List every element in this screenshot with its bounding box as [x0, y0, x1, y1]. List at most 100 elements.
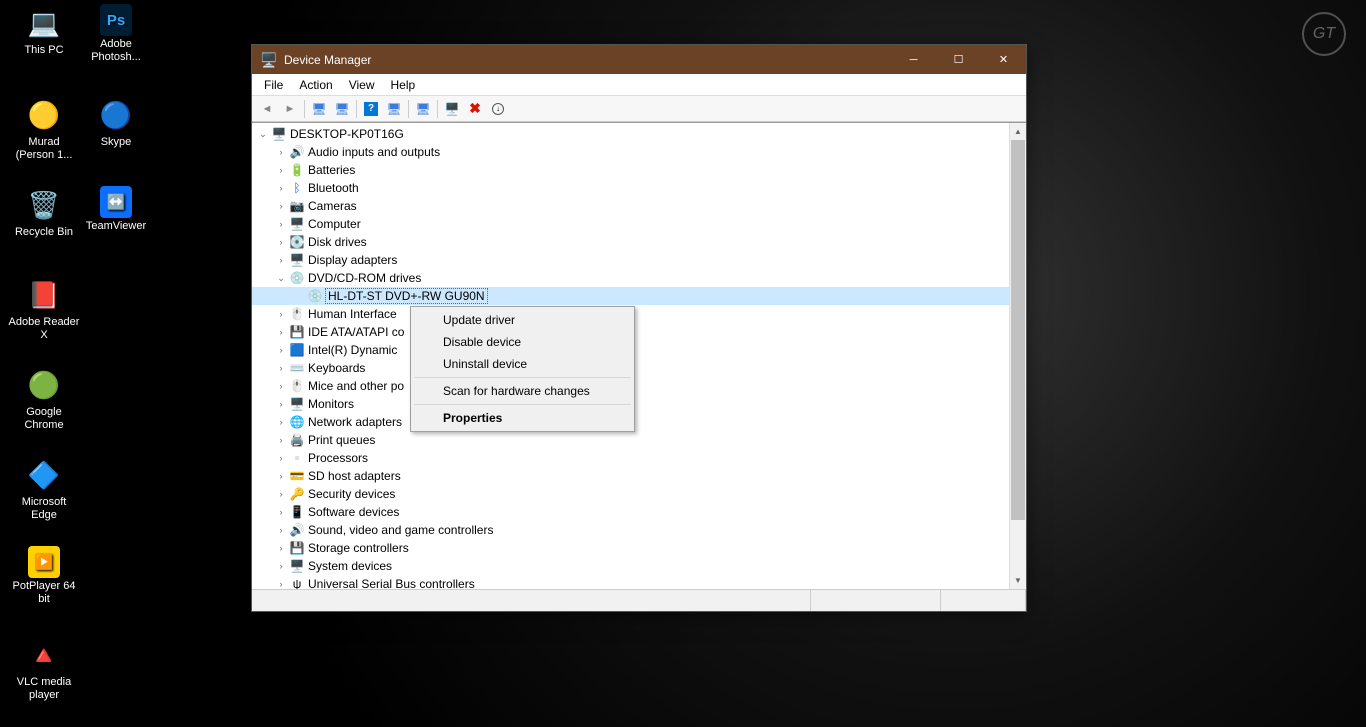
toolbar-monitor3-button[interactable]: 🖥 — [383, 98, 405, 120]
tree-item[interactable]: ›💳SD host adapters — [252, 467, 1009, 485]
expand-icon[interactable]: › — [274, 147, 288, 157]
tree-item[interactable]: ›▫️Processors — [252, 449, 1009, 467]
tree-item[interactable]: 💿HL-DT-ST DVD+-RW GU90N — [252, 287, 1009, 305]
expand-icon[interactable]: › — [274, 219, 288, 229]
desktop-icon[interactable]: 📕Adobe Reader X — [8, 276, 80, 342]
tree-item[interactable]: ›🖨️Print queues — [252, 431, 1009, 449]
menu-item-disable-device[interactable]: Disable device — [413, 331, 632, 353]
watermark-badge: GT — [1302, 12, 1346, 56]
menu-separator — [414, 377, 631, 378]
expand-icon[interactable]: › — [274, 525, 288, 535]
desktop-icon[interactable]: 🔵Skype — [80, 96, 152, 149]
toolbar-scan-button[interactable]: 🖥️ — [441, 98, 463, 120]
expand-icon[interactable]: › — [274, 381, 288, 391]
scroll-thumb[interactable] — [1011, 140, 1025, 520]
maximize-button[interactable]: ☐ — [936, 45, 981, 74]
window-title: Device Manager — [284, 53, 371, 67]
menu-item-update-driver[interactable]: Update driver — [413, 309, 632, 331]
expand-icon[interactable]: › — [274, 255, 288, 265]
toolbar-help-button[interactable]: ? — [360, 98, 382, 120]
menu-item-properties[interactable]: Properties — [413, 407, 632, 429]
device-icon: 🖥️ — [289, 252, 305, 268]
desktop-icon[interactable]: PsAdobe Photosh... — [80, 4, 152, 64]
expand-icon[interactable]: › — [274, 543, 288, 553]
minimize-button[interactable]: ─ — [891, 45, 936, 74]
toolbar-back-button[interactable]: ◄ — [256, 98, 278, 120]
menu-item-uninstall-device[interactable]: Uninstall device — [413, 353, 632, 375]
menu-action[interactable]: Action — [291, 76, 340, 94]
title-bar[interactable]: 🖥️ Device Manager ─ ☐ ✕ — [252, 45, 1026, 74]
tree-item[interactable]: ›🖥️System devices — [252, 557, 1009, 575]
tree-item-label: Mice and other po — [308, 379, 404, 393]
toolbar-separator — [437, 100, 438, 118]
expand-icon[interactable]: › — [274, 471, 288, 481]
toolbar-monitor1-button[interactable]: 🖥 — [308, 98, 330, 120]
tree-item[interactable]: ⌄💿DVD/CD-ROM drives — [252, 269, 1009, 287]
device-icon: 🌐 — [289, 414, 305, 430]
expand-icon[interactable]: › — [274, 417, 288, 427]
tree-item[interactable]: ›🖥️Computer — [252, 215, 1009, 233]
toolbar-forward-button[interactable]: ► — [279, 98, 301, 120]
tree-item-label: Print queues — [308, 433, 375, 447]
tree-item-label: Human Interface — [308, 307, 397, 321]
tree-item-label: Monitors — [308, 397, 354, 411]
menu-help[interactable]: Help — [383, 76, 424, 94]
tree-item[interactable]: ›ψUniversal Serial Bus controllers — [252, 575, 1009, 589]
toolbar-monitor2-button[interactable]: 🖥 — [331, 98, 353, 120]
expand-icon[interactable]: › — [274, 489, 288, 499]
expand-icon[interactable]: › — [274, 345, 288, 355]
tree-item[interactable]: ›ᛒBluetooth — [252, 179, 1009, 197]
tree-item-label: Bluetooth — [308, 181, 359, 195]
tree-item[interactable]: ›🔊Sound, video and game controllers — [252, 521, 1009, 539]
tree-item[interactable]: ›🔋Batteries — [252, 161, 1009, 179]
desktop-icon[interactable]: ↔️TeamViewer — [80, 186, 152, 233]
menu-file[interactable]: File — [256, 76, 291, 94]
desktop-icon[interactable]: 🔺VLC media player — [8, 636, 80, 702]
desktop-icon[interactable]: 🗑️Recycle Bin — [8, 186, 80, 239]
tree-item[interactable]: ›🔑Security devices — [252, 485, 1009, 503]
expand-icon[interactable]: › — [274, 399, 288, 409]
expand-icon[interactable]: › — [274, 327, 288, 337]
device-icon: 💾 — [289, 540, 305, 556]
tree-item[interactable]: ›🖥️Display adapters — [252, 251, 1009, 269]
desktop-icon[interactable]: 🔷Microsoft Edge — [8, 456, 80, 522]
toolbar-update-button[interactable]: ↓ — [487, 98, 509, 120]
tree-item[interactable]: ›🔊Audio inputs and outputs — [252, 143, 1009, 161]
tree-item[interactable]: ›💾Storage controllers — [252, 539, 1009, 557]
expand-icon[interactable]: › — [274, 309, 288, 319]
expand-icon[interactable]: › — [274, 363, 288, 373]
collapse-icon[interactable]: ⌄ — [256, 129, 270, 140]
device-icon: 🖥️ — [289, 558, 305, 574]
menu-item-scan-for-hardware-changes[interactable]: Scan for hardware changes — [413, 380, 632, 402]
expand-icon[interactable]: › — [274, 579, 288, 589]
close-button[interactable]: ✕ — [981, 45, 1026, 74]
scroll-up-button[interactable]: ▲ — [1010, 123, 1026, 140]
app-icon: 💻 — [25, 4, 63, 42]
menu-view[interactable]: View — [341, 76, 383, 94]
icon-label: TeamViewer — [80, 220, 152, 233]
tree-item[interactable]: ›📷Cameras — [252, 197, 1009, 215]
expand-icon[interactable]: › — [274, 165, 288, 175]
desktop-icon[interactable]: 🟡Murad (Person 1... — [8, 96, 80, 162]
toolbar-disable-button[interactable]: ✖ — [464, 98, 486, 120]
app-icon: 🟡 — [25, 96, 63, 134]
vertical-scrollbar[interactable]: ▲ ▼ — [1009, 123, 1026, 589]
device-icon: ᛒ — [289, 180, 305, 196]
expand-icon[interactable]: › — [274, 507, 288, 517]
expand-icon[interactable]: › — [274, 201, 288, 211]
tree-item[interactable]: ⌄🖥️DESKTOP-KP0T16G — [252, 125, 1009, 143]
desktop-icon[interactable]: ▶️PotPlayer 64 bit — [8, 546, 80, 606]
expand-icon[interactable]: › — [274, 183, 288, 193]
tree-item[interactable]: ›📱Software devices — [252, 503, 1009, 521]
tree-item[interactable]: ›💽Disk drives — [252, 233, 1009, 251]
collapse-icon[interactable]: ⌄ — [274, 273, 288, 284]
expand-icon[interactable]: › — [274, 561, 288, 571]
toolbar-separator — [304, 100, 305, 118]
scroll-down-button[interactable]: ▼ — [1010, 572, 1026, 589]
expand-icon[interactable]: › — [274, 435, 288, 445]
desktop-icon[interactable]: 💻This PC — [8, 4, 80, 57]
expand-icon[interactable]: › — [274, 453, 288, 463]
expand-icon[interactable]: › — [274, 237, 288, 247]
desktop-icon[interactable]: 🟢Google Chrome — [8, 366, 80, 432]
toolbar-monitor4-button[interactable]: 🖥 — [412, 98, 434, 120]
